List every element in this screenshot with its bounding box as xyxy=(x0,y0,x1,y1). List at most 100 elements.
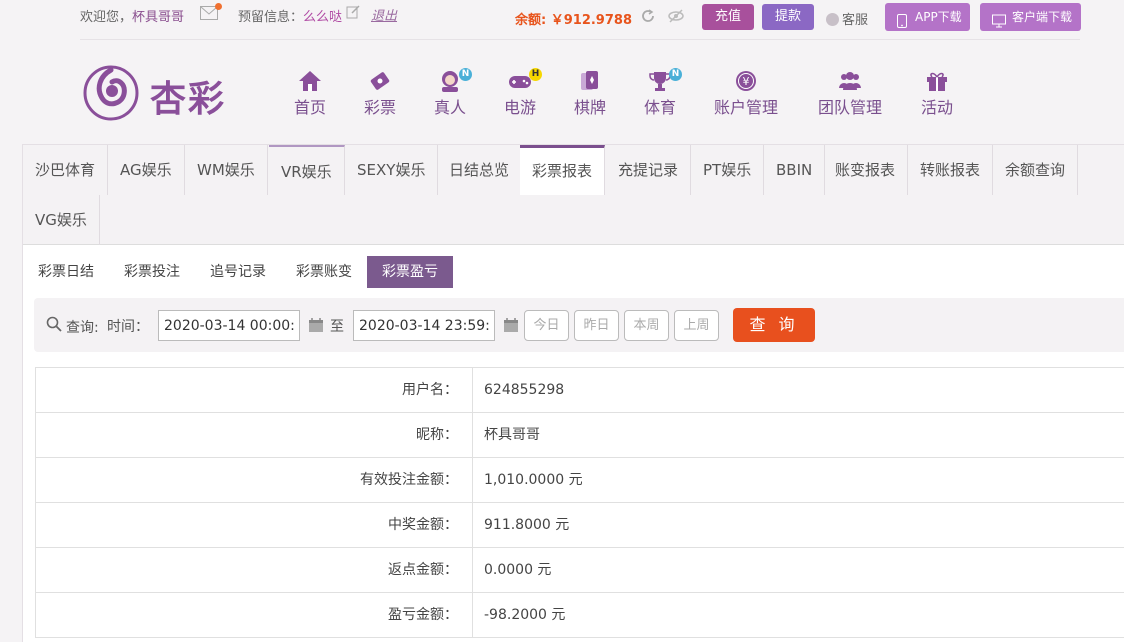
nav-label: 账户管理 xyxy=(714,98,779,117)
nav-label: 棋牌 xyxy=(574,98,607,117)
row-key: 用户名： xyxy=(36,368,473,412)
tab-ag[interactable]: AG娱乐 xyxy=(108,145,185,195)
svg-text:¥: ¥ xyxy=(743,75,750,88)
trophy-icon: N xyxy=(648,68,682,92)
reserved-info: 预留信息：么么哒 xyxy=(238,6,342,25)
tab-balance-query[interactable]: 余额查询 xyxy=(993,145,1079,195)
tab-lottery-report[interactable]: 彩票报表 xyxy=(520,145,606,195)
row-value: 1,010.0000 元 xyxy=(484,472,583,488)
profit-loss-table: 用户名： 624855298 昵称： 杯具哥哥 有效投注金额： 1,010.00… xyxy=(35,367,1124,638)
calendar-icon[interactable] xyxy=(308,317,324,333)
welcome-prefix: 欢迎您， xyxy=(80,10,133,25)
table-row: 用户名： 624855298 xyxy=(36,368,1124,413)
today-button[interactable]: 今日 xyxy=(524,310,569,341)
row-value: -98.2000 元 xyxy=(484,607,566,623)
subtab-chase-records[interactable]: 追号记录 xyxy=(195,256,281,288)
nav-promotions[interactable]: 活动 xyxy=(921,70,953,118)
app-download-button[interactable]: APP下载 xyxy=(885,3,970,31)
table-row: 返点金额： 0.0000 元 xyxy=(36,548,1124,593)
search-icon xyxy=(46,316,62,332)
subtab-lottery-bets[interactable]: 彩票投注 xyxy=(109,256,195,288)
nav-account-management[interactable]: ¥ 账户管理 xyxy=(714,70,778,118)
refresh-icon[interactable] xyxy=(640,8,656,24)
gift-icon xyxy=(925,70,949,92)
new-badge: N xyxy=(669,68,682,81)
row-key: 有效投注金额： xyxy=(36,458,473,502)
tab-saba-sports[interactable]: 沙巴体育 xyxy=(23,145,109,195)
welcome-text: 欢迎您，杯具哥哥 xyxy=(80,6,184,25)
yesterday-button[interactable]: 昨日 xyxy=(574,310,619,341)
search-button[interactable]: 查 询 xyxy=(733,308,815,342)
tab-deposit-withdraw-records[interactable]: 充提记录 xyxy=(606,145,692,195)
nav-label: 真人 xyxy=(434,98,467,117)
subtab-lottery-daily[interactable]: 彩票日结 xyxy=(23,256,109,288)
lottery-icon xyxy=(368,70,392,92)
mail-icon[interactable] xyxy=(200,3,222,20)
last-week-button[interactable]: 上周 xyxy=(674,310,719,341)
nav-label: 团队管理 xyxy=(818,98,883,117)
start-date-input[interactable] xyxy=(158,310,300,341)
username[interactable]: 杯具哥哥 xyxy=(132,10,184,25)
logout-link[interactable]: 退出 xyxy=(371,5,397,24)
report-panel: 沙巴体育 AG娱乐 WM娱乐 VR娱乐 SEXY娱乐 日结总览 彩票报表 充提记… xyxy=(22,144,1124,642)
calendar-icon[interactable] xyxy=(503,317,519,333)
this-week-button[interactable]: 本周 xyxy=(624,310,669,341)
logo-emblem-icon xyxy=(83,65,139,121)
nav-home[interactable]: 首页 xyxy=(294,70,326,118)
nav-sports[interactable]: N 体育 xyxy=(644,68,682,118)
tab-sexy[interactable]: SEXY娱乐 xyxy=(345,145,439,195)
phone-icon xyxy=(897,10,907,38)
tab-vg[interactable]: VG娱乐 xyxy=(23,195,100,245)
team-icon xyxy=(838,70,862,92)
logo-text[interactable]: 杏彩 xyxy=(150,70,226,122)
tab-transfer-report[interactable]: 转账报表 xyxy=(908,145,994,195)
gamepad-icon: H xyxy=(508,68,542,92)
row-key: 盈亏金额： xyxy=(36,593,473,637)
end-date-input[interactable] xyxy=(353,310,495,341)
balance: 余额: ￥912.9788 xyxy=(515,9,632,28)
client-download-button[interactable]: 客户端下载 xyxy=(980,3,1081,31)
subtab-lottery-balance-change[interactable]: 彩票账变 xyxy=(281,256,367,288)
nav-lottery[interactable]: 彩票 xyxy=(364,70,396,118)
reserve-value: 么么哒 xyxy=(303,10,343,25)
nav-label: 首页 xyxy=(294,98,327,117)
edit-icon[interactable] xyxy=(346,5,360,19)
monitor-icon xyxy=(992,10,1006,38)
customer-service-link[interactable]: 客服 xyxy=(826,9,868,28)
tab-balance-change-report[interactable]: 账变报表 xyxy=(823,145,909,195)
nav-chess-cards[interactable]: 棋牌 xyxy=(574,70,606,118)
withdraw-button[interactable]: 提款 xyxy=(762,4,814,30)
tab-wm[interactable]: WM娱乐 xyxy=(185,145,268,195)
divider xyxy=(80,39,1080,40)
reserve-label: 预留信息： xyxy=(238,10,304,25)
nav-team-management[interactable]: 团队管理 xyxy=(818,70,882,118)
nav-label: 体育 xyxy=(644,98,677,117)
home-icon xyxy=(298,70,322,92)
nav-label: 电游 xyxy=(504,98,537,117)
table-row: 盈亏金额： -98.2000 元 xyxy=(36,593,1124,638)
tab-vr[interactable]: VR娱乐 xyxy=(269,145,345,195)
service-label: 客服 xyxy=(842,13,869,28)
tab-daily-overview[interactable]: 日结总览 xyxy=(437,145,523,195)
cards-icon xyxy=(578,70,602,92)
row-key: 返点金额： xyxy=(36,548,473,592)
time-label: 时间： xyxy=(107,319,149,335)
recharge-button[interactable]: 充值 xyxy=(702,4,754,30)
balance-value: ￥912.9788 xyxy=(550,13,632,28)
unread-dot xyxy=(215,3,222,10)
nav-egames[interactable]: H 电游 xyxy=(504,68,542,118)
subtab-lottery-profit-loss[interactable]: 彩票盈亏 xyxy=(367,256,453,288)
tab-bbin[interactable]: BBIN xyxy=(764,145,826,195)
row-value: 杯具哥哥 xyxy=(484,427,540,443)
row-key: 昵称： xyxy=(36,413,473,457)
hide-balance-icon[interactable] xyxy=(668,8,684,24)
table-row: 有效投注金额： 1,010.0000 元 xyxy=(36,458,1124,503)
live-dealer-icon: N xyxy=(438,68,472,92)
row-value: 0.0000 元 xyxy=(484,562,552,578)
nav-live[interactable]: N 真人 xyxy=(434,68,472,118)
tab-pt[interactable]: PT娱乐 xyxy=(691,145,765,195)
nav-label: 彩票 xyxy=(364,98,397,117)
row-key: 中奖金额： xyxy=(36,503,473,547)
nav-label: 活动 xyxy=(921,98,954,117)
client-download-label: 客户端下载 xyxy=(1012,10,1073,24)
